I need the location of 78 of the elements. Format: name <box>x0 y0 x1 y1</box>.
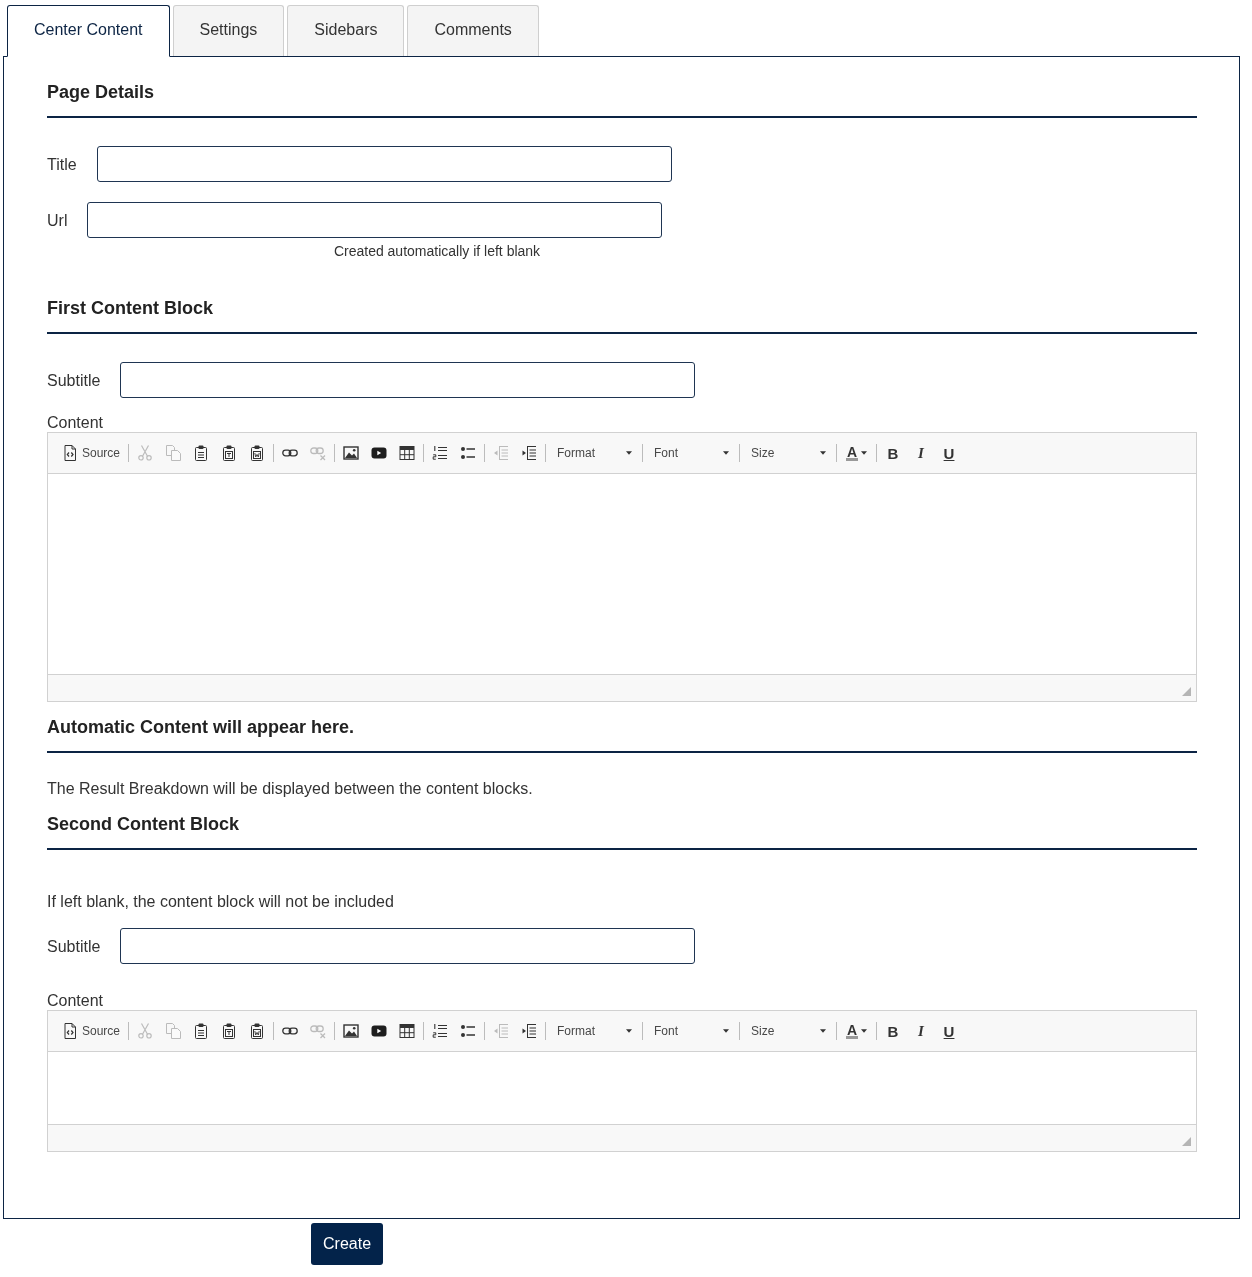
tab[interactable]: Comments <box>407 5 539 56</box>
text-input[interactable] <box>87 202 663 238</box>
text-input[interactable] <box>120 362 696 398</box>
info-text: If left blank, the content block will not be included <box>47 892 395 911</box>
caret-icon <box>723 451 730 455</box>
toolbar-dropdown[interactable]: Size <box>742 1018 835 1044</box>
bulleted-list-icon <box>460 445 477 461</box>
numbered-list-icon <box>432 1023 449 1039</box>
tab[interactable]: Sidebars <box>287 5 405 56</box>
tab[interactable]: Center Content <box>7 5 170 57</box>
toolbar-dropdown[interactable]: Format <box>548 1018 641 1044</box>
italic-button[interactable]: I <box>907 440 936 466</box>
caret-icon <box>626 451 633 455</box>
clipboard-t-icon <box>221 445 238 461</box>
clipboard-w-icon <box>249 1023 266 1039</box>
underline-button[interactable]: U <box>935 440 964 466</box>
broken-link-icon <box>310 1023 327 1039</box>
code-document-icon <box>62 1023 78 1039</box>
field-label: Subtitle <box>47 370 101 390</box>
bold-button[interactable]: B <box>879 1018 908 1044</box>
help-text: Created automatically if left blank <box>332 243 542 260</box>
code-document-icon <box>62 445 78 461</box>
section-heading: Automatic Content will appear here. <box>47 716 356 738</box>
toolbar-dropdown[interactable]: Font <box>645 1018 738 1044</box>
image-icon <box>343 1023 360 1039</box>
tab[interactable]: Settings <box>172 5 285 56</box>
clipboard-icon <box>193 1023 210 1039</box>
underline-button[interactable]: U <box>935 1018 964 1044</box>
table-icon <box>399 1023 416 1039</box>
image-icon <box>343 445 360 461</box>
create-button[interactable]: Create <box>311 1223 384 1265</box>
italic-button[interactable]: I <box>907 1018 936 1044</box>
text-color-button[interactable]: A <box>839 1018 875 1044</box>
source-button[interactable]: Source <box>56 440 127 466</box>
source-button[interactable]: Source <box>56 1018 127 1044</box>
outdent-icon <box>493 445 510 461</box>
video-play-icon <box>371 1023 388 1039</box>
text-input[interactable] <box>96 146 672 182</box>
indent-icon <box>521 445 538 461</box>
info-text: The Result Breakdown will be displayed between the content blocks. <box>47 779 534 798</box>
section-heading: Page Details <box>47 81 156 103</box>
table-icon <box>399 445 416 461</box>
section-heading: Second Content Block <box>47 813 240 835</box>
toolbar-dropdown[interactable]: Font <box>645 440 738 466</box>
toolbar-dropdown[interactable]: Size <box>742 440 835 466</box>
field-label: Content <box>47 413 105 432</box>
clipboard-w-icon <box>249 445 266 461</box>
caret-icon <box>820 1029 827 1033</box>
numbered-list-icon <box>432 445 449 461</box>
clipboard-icon <box>193 445 210 461</box>
field-label: Content <box>47 991 105 1010</box>
rich-text-editor[interactable]: Source Format Font Size A B I U <box>47 1010 1197 1152</box>
scissors-icon <box>137 1023 154 1039</box>
resize-handle-icon[interactable] <box>1182 687 1191 696</box>
video-play-icon <box>371 445 388 461</box>
caret-icon <box>820 451 827 455</box>
field-label: Url <box>47 210 68 230</box>
field-label: Subtitle <box>47 936 101 956</box>
clipboard-t-icon <box>221 1023 238 1039</box>
text-color-button[interactable]: A <box>839 440 875 466</box>
section-heading: First Content Block <box>47 297 214 319</box>
outdent-icon <box>493 1023 510 1039</box>
bold-button[interactable]: B <box>879 440 908 466</box>
caret-icon <box>723 1029 730 1033</box>
rich-text-editor[interactable]: Source Format Font Size A B I U <box>47 432 1197 702</box>
copy-icon <box>165 445 182 461</box>
indent-icon <box>521 1023 538 1039</box>
toolbar-dropdown[interactable]: Format <box>548 440 641 466</box>
copy-icon <box>165 1023 182 1039</box>
text-input[interactable] <box>120 928 696 964</box>
field-label: Title <box>47 154 77 174</box>
caret-icon <box>861 1029 868 1033</box>
broken-link-icon <box>310 445 327 461</box>
bulleted-list-icon <box>460 1023 477 1039</box>
caret-icon <box>626 1029 633 1033</box>
scissors-icon <box>137 445 154 461</box>
resize-handle-icon[interactable] <box>1182 1137 1191 1146</box>
caret-icon <box>861 451 868 455</box>
